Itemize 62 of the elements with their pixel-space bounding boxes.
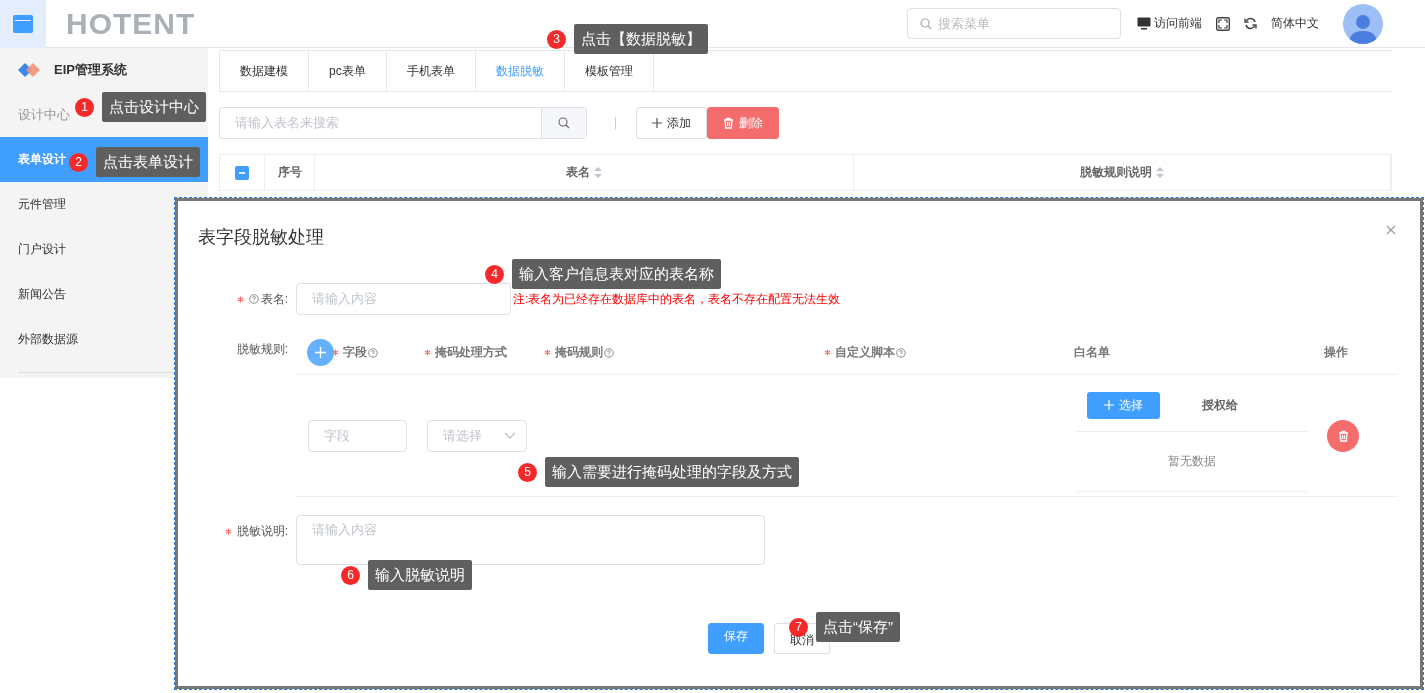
step-badge: 3 (547, 29, 566, 49)
required-icon (424, 349, 431, 356)
help-icon (604, 347, 614, 358)
column-label: 字段 (343, 344, 367, 361)
required-icon (824, 349, 831, 356)
help-icon (248, 294, 259, 304)
chevron-down-icon (504, 432, 516, 439)
search-icon (920, 17, 932, 30)
column-header[interactable]: 脱敏规则说明 (854, 155, 1391, 190)
callout-tooltip: 点击设计中心 (102, 92, 206, 122)
trash-icon (723, 117, 734, 129)
callout-tooltip: 点击【数据脱敏】 (574, 24, 708, 54)
column-header: 授权给 (1202, 396, 1238, 414)
column-header[interactable]: 表名 (315, 155, 854, 190)
plus-icon (652, 118, 662, 128)
plus-icon (315, 347, 326, 358)
diamond-logo-icon (18, 63, 42, 77)
required-icon (224, 528, 232, 535)
search-icon (558, 117, 570, 129)
callout-tooltip: 点击“保存” (816, 612, 900, 642)
callout-tooltip: 输入需要进行掩码处理的字段及方式 (545, 457, 799, 487)
column-label: 白名单 (1074, 344, 1110, 361)
select-all-checkbox[interactable] (235, 165, 249, 180)
callout-tooltip: 输入客户信息表对应的表名称 (512, 259, 721, 289)
fullscreen-icon[interactable] (1216, 16, 1230, 31)
field-label: 脱敏规则: (235, 341, 289, 358)
search-button[interactable] (541, 108, 586, 138)
monitor-icon (1137, 17, 1151, 30)
close-button[interactable] (1386, 225, 1398, 237)
column-label: 自定义脚本 (835, 344, 895, 361)
visit-frontend-link[interactable]: 访问前端 (1137, 15, 1202, 32)
table-name-note: 注:表名为已经存在数据库中的表名，表名不存在配置无法生效 (513, 290, 841, 308)
column-label: 操作 (1324, 344, 1348, 361)
label-text: 表名: (260, 290, 288, 308)
dialog-title: 表字段脱敏处理 (198, 226, 324, 249)
plus-icon (1104, 400, 1114, 410)
help-icon (368, 347, 378, 358)
callout-tooltip: 输入脱敏说明 (368, 560, 472, 590)
label-text: 脱敏说明: (236, 523, 288, 540)
help-icon (896, 347, 906, 358)
add-button[interactable]: 添加 (636, 107, 707, 139)
empty-text: 暂无数据 (1077, 432, 1307, 492)
sort-icon[interactable] (594, 167, 602, 178)
system-title: EIP管理系统 (54, 61, 127, 79)
avatar[interactable] (1343, 3, 1383, 44)
refresh-icon[interactable] (1244, 17, 1257, 30)
sort-icon[interactable] (1156, 167, 1164, 178)
trash-icon (1337, 429, 1349, 442)
required-icon (544, 349, 551, 356)
language-selector[interactable]: 简体中文 (1271, 15, 1319, 32)
required-icon (332, 349, 339, 356)
column-label: 掩码规则 (555, 344, 603, 361)
callout-tooltip: 点击表单设计 (96, 147, 200, 177)
column-header[interactable]: 序号 (265, 155, 315, 190)
logo: HOTENT (66, 6, 196, 41)
add-rule-button[interactable] (307, 339, 334, 366)
menu-button[interactable] (0, 0, 46, 48)
delete-rule-button[interactable] (1327, 419, 1359, 452)
column-label: 掩码处理方式 (435, 344, 507, 361)
required-icon (236, 295, 244, 303)
close-icon (1386, 225, 1396, 235)
menu-icon (13, 14, 33, 33)
